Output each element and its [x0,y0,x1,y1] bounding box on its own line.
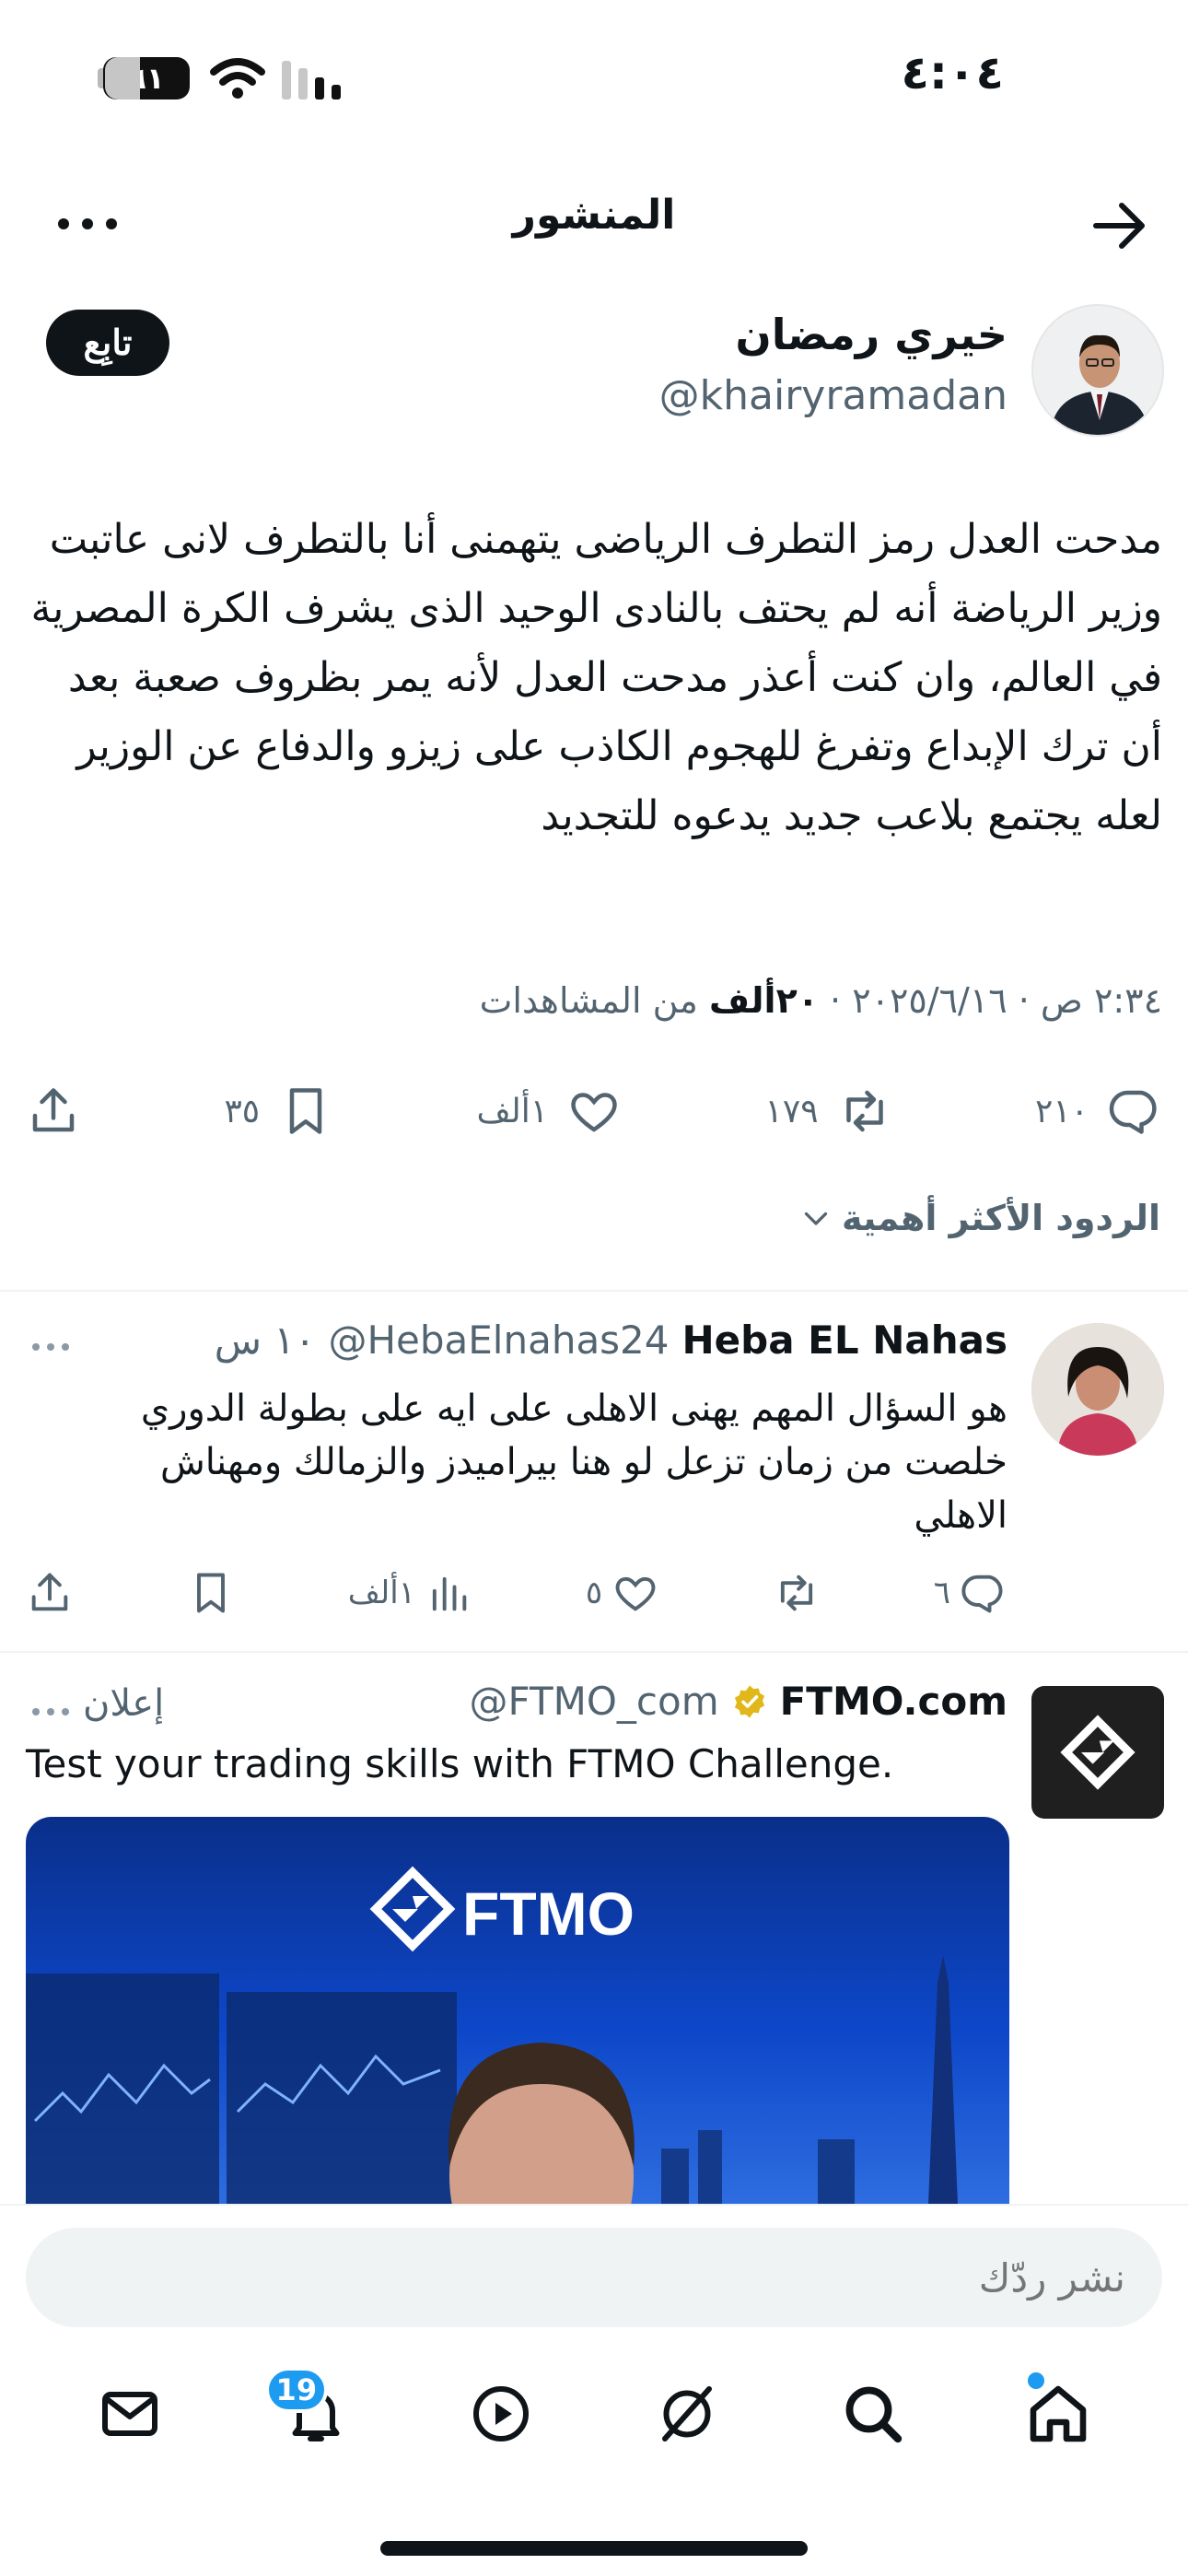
post-text: مدحت العدل رمز التطرف الرياضى يتهمنى أنا… [30,516,1162,839]
nav-search[interactable] [822,2363,924,2465]
comment-icon [1109,1090,1157,1134]
battery-empty-portion [105,57,140,100]
back-arrow-icon[interactable] [1087,193,1151,258]
notifications-badge: 19 [264,2367,329,2413]
verified-badge-icon [734,1685,764,1717]
reply-share-action[interactable] [26,1569,74,1617]
reply-count: ٢١٠ [1034,1092,1089,1130]
author-avatar[interactable] [1031,304,1164,437]
ad-image[interactable]: FTMO [26,1817,1009,2204]
post-actions: ٢١٠ ١٧٩ ١ألف ٣٥ [26,1076,1162,1146]
reply-avatar[interactable] [1031,1323,1164,1456]
home-icon [1030,2385,1087,2442]
ad-handle[interactable]: @FTMO_com [470,1679,719,1724]
mail-icon [101,2392,157,2436]
like-action[interactable]: ١ألف [477,1083,623,1139]
reply-time: ١٠ س [214,1317,316,1363]
bookmark-count: ٣٥ [224,1092,261,1130]
nav-messages[interactable] [79,2363,181,2465]
divider [0,1651,1188,1653]
views-chart-icon [432,1576,467,1611]
replies-sort-dropdown[interactable]: الردود الأكثر أهمية [799,1198,1160,1238]
reply-actions: ٦ ٥ ١ألف [26,1563,1007,1623]
views-label: من المشاهدات [479,980,709,1021]
reply-composer-input[interactable] [26,2228,1162,2327]
share-icon [31,1573,68,1611]
divider [0,1290,1188,1292]
reply-text: هو السؤال المهم يهنى الاهلى على ايه على … [140,1388,1007,1537]
reply-more-icon[interactable] [28,1329,74,1365]
nav-grok[interactable] [636,2363,738,2465]
bookmark-icon [196,1573,225,1613]
reply-views-action[interactable]: ١ألف [348,1569,472,1617]
follow-button[interactable]: تابِع [46,310,169,376]
reply-handle[interactable]: @HebaElnahas24 [328,1317,669,1363]
ad-more-icon[interactable] [28,1693,74,1730]
ad-avatar[interactable] [1031,1686,1164,1819]
grok-icon [661,2386,712,2441]
home-indicator [380,2541,808,2556]
post-datetime: ٢:٣٤ ص · ٢٠٢٥/٦/١٦ · [818,980,1162,1021]
bookmark-action[interactable]: ٣٥ [224,1083,333,1139]
nav-home[interactable] [1007,2363,1109,2465]
heart-icon [571,1093,617,1132]
reply-bookmark-action[interactable] [187,1569,235,1617]
reply-header: ١٠ س @HebaElnahas24 Heba EL Nahas [215,1317,1007,1363]
signal-icon [282,61,346,100]
comment-icon [961,1575,1003,1613]
ad-image-brand: FTMO [462,1879,635,1948]
bookmark-icon [289,1088,322,1134]
like-count: ١ألف [476,1092,549,1130]
search-icon [845,2386,902,2443]
ftmo-logo-icon [1060,1715,1136,1790]
reply-views-count: ١ألف [347,1575,415,1611]
author-handle[interactable]: @khairyramadan [659,372,1007,419]
reply-like-action[interactable]: ٥ [586,1569,659,1617]
repost-icon [780,1575,813,1611]
post-meta: ٢:٣٤ ص · ٢٠٢٥/٦/١٦ · ٢٠ألف من المشاهدات [480,980,1162,1021]
play-circle-icon [473,2386,530,2441]
status-time: ٤:٠٤ [901,46,1004,100]
repost-icon [845,1090,883,1132]
repost-action[interactable]: ١٧٩ [765,1083,892,1139]
author-name[interactable]: خيري رمضان [735,310,1007,359]
bottom-nav: 19 [0,2359,1188,2469]
chevron-down-icon [804,1212,828,1225]
ad-text: Test your trading skills with FTMO Chall… [26,1741,894,1786]
reply-repost-action[interactable] [773,1569,821,1617]
reply-author-name[interactable]: Heba EL Nahas [682,1317,1007,1363]
reply-like-count: ٥ [585,1575,603,1611]
reply-reply-count: ٦ [933,1575,950,1611]
page-title: المنشور [512,192,676,239]
ad-label: إعلان [83,1682,165,1725]
ad-header: @FTMO_com FTMO.com [470,1679,1007,1724]
sort-label: الردود الأكثر أهمية [842,1198,1160,1238]
views-count: ٢٠ألف [709,980,819,1021]
repost-count: ١٧٩ [764,1092,819,1130]
reply-action[interactable]: ٢١٠ [1035,1083,1162,1139]
wifi-icon [210,57,265,100]
nav-video[interactable] [450,2363,552,2465]
heart-icon [615,1576,656,1611]
more-options-icon[interactable] [51,201,124,247]
reply-reply-action[interactable]: ٦ [934,1569,1007,1617]
share-action[interactable] [26,1083,81,1139]
ad-author-name[interactable]: FTMO.com [780,1679,1007,1724]
share-icon [32,1088,75,1132]
nav-notifications[interactable]: 19 [264,2363,367,2465]
